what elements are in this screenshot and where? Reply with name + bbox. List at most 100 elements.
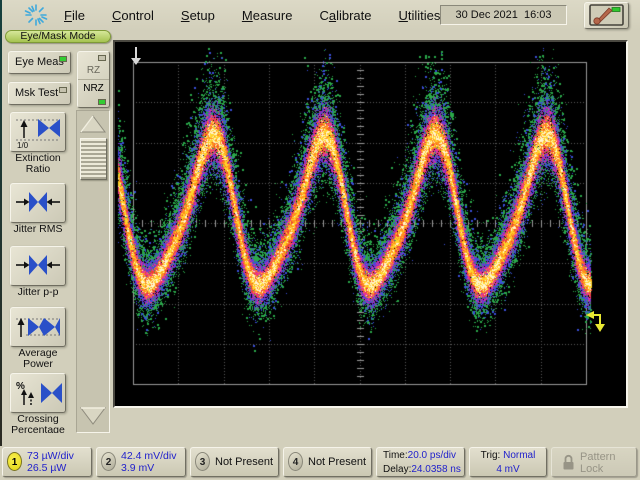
channel-status-text: Not Present (308, 456, 367, 468)
padlock-icon (563, 454, 574, 470)
jitter-rms-button[interactable] (10, 183, 66, 223)
menu-label-mnemonic: C (111, 7, 122, 23)
measurement-jitter-rms: Jitter RMS (3, 183, 73, 235)
oscilloscope-screen[interactable] (113, 40, 628, 408)
eye-meas-led (59, 56, 67, 62)
extinction-ratio-button[interactable]: 1/0 (10, 112, 66, 152)
rz-nrz-selector: RZ NRZ (77, 51, 110, 108)
menu-label-post: tilities (407, 7, 441, 23)
menu-label-mnemonic: U (398, 7, 408, 23)
menu-file[interactable]: File (64, 8, 85, 23)
measurement-label: Average Power (18, 347, 58, 370)
eye-diagram-display (115, 42, 626, 406)
channel-scale-value: 42.4 mV/div (121, 450, 177, 462)
channel-2-readout: 42.4 mV/div 3.9 mV (121, 450, 176, 474)
trigger-level-value: 4 mV (496, 464, 520, 475)
menu-label-mnemonic: a (328, 7, 337, 23)
measurement-label: Jitter p-p (17, 286, 59, 298)
measurement-jitter-pp: Jitter p-p (3, 246, 73, 298)
channel-1-panel[interactable]: 1 73 µW/div 26.5 µW (2, 447, 92, 477)
menu-calibrate[interactable]: Calibrate (319, 8, 371, 23)
touch-screen-button[interactable] (584, 2, 629, 29)
extinction-ratio-icon: 1/0 (16, 119, 60, 149)
measurement-extinction-ratio: 1/0 Extinction Ratio (3, 112, 73, 175)
menu-measure[interactable]: Measure (242, 8, 293, 23)
channel-2-badge: 2 (101, 452, 116, 471)
timebase-delay-line: Delay:24.0358 ns (377, 462, 464, 476)
trigger-mode-line: Trig: Normal (470, 448, 546, 462)
trigger-panel[interactable]: Trig: Normal 4 mV (469, 447, 547, 477)
rz-led (98, 55, 106, 61)
channel-1-readout: 73 µW/div 26.5 µW (27, 450, 74, 474)
menu-items: File Control Setup Measure Calibrate Uti… (64, 0, 494, 30)
channel-offset-value: 26.5 µW (27, 462, 67, 474)
menu-label-post: librate (336, 7, 372, 23)
channel-1-badge: 1 (7, 452, 22, 471)
average-power-button[interactable] (10, 307, 66, 347)
channel-3-panel[interactable]: 3 Not Present (190, 447, 279, 477)
channel-2-panel[interactable]: 2 42.4 mV/div 3.9 mV (96, 447, 186, 477)
channel-offset-value: 3.9 mV (121, 462, 155, 474)
menu-label-mnemonic: M (241, 7, 253, 23)
measurement-label: Jitter RMS (13, 223, 63, 235)
nrz-button[interactable]: NRZ (78, 80, 109, 107)
menu-label-pre: C (319, 7, 329, 23)
datetime-display: 30 Dec 2021 16:03 (440, 5, 567, 25)
measurement-crossing-percentage: % Crossing Percentage (3, 373, 73, 433)
rz-label: RZ (86, 65, 101, 76)
trigger-label: Trig: (480, 450, 501, 461)
timebase-panel[interactable]: Time:20.0 ps/div Delay:24.0358 ns (376, 447, 465, 477)
timebase-scale-line: Time:20.0 ps/div (377, 448, 464, 462)
channel-3-readout: Not Present (215, 456, 273, 468)
nrz-label: NRZ (83, 83, 104, 94)
delay-value: 24.0358 ns (411, 464, 461, 475)
channel-scale-value: 73 µW/div (27, 450, 74, 462)
menu-label-post: ile (71, 7, 85, 23)
channel-status-text: Not Present (215, 456, 274, 468)
menu-label-post: etup (189, 7, 215, 23)
crossing-percentage-button[interactable]: % (10, 373, 66, 413)
jitter-rms-icon (16, 192, 60, 212)
svg-text:1/0: 1/0 (17, 141, 29, 149)
msk-test-led (59, 87, 67, 93)
measurement-average-power: Average Power (3, 307, 73, 370)
scroll-up-button[interactable] (78, 113, 108, 136)
mode-tab: Eye/Mask Mode (5, 30, 111, 43)
menu-label-mnemonic: S (180, 7, 190, 23)
channel-4-panel[interactable]: 4 Not Present (283, 447, 372, 477)
menu-setup[interactable]: Setup (181, 8, 215, 23)
pattern-lock-line1: Pattern (580, 451, 616, 463)
nrz-led (98, 99, 106, 105)
menu-utilities[interactable]: Utilities (399, 8, 441, 23)
trigger-mode-value: Normal (503, 450, 536, 461)
jitter-pp-button[interactable] (10, 246, 66, 286)
time-value: 20.0 ps/div (407, 450, 457, 461)
trigger-level-line: 4 mV (470, 462, 546, 476)
msk-test-button[interactable]: Msk Test (8, 82, 71, 105)
eye-meas-button[interactable]: Eye Meas (8, 51, 71, 74)
trigger-level-marker-icon[interactable] (584, 308, 606, 334)
measurement-label: Crossing Percentage (11, 413, 65, 434)
sidebar: Eye Meas Msk Test RZ NRZ 1/0 Extinction … (0, 44, 113, 433)
delay-label: Delay: (383, 464, 412, 475)
menu-control[interactable]: Control (112, 8, 154, 23)
average-power-icon (16, 318, 60, 337)
pattern-lock-label: Pattern Lock (580, 451, 615, 475)
scroll-down-button[interactable] (78, 404, 108, 427)
pattern-lock-button[interactable]: Pattern Lock (551, 447, 637, 477)
dca-application-window: File Control Setup Measure Calibrate Uti… (0, 0, 640, 480)
rz-button[interactable]: RZ (78, 52, 109, 80)
menu-bar: File Control Setup Measure Calibrate Uti… (0, 0, 640, 30)
menu-label-post: ontrol (121, 7, 154, 23)
channel-3-badge: 3 (195, 452, 210, 471)
pattern-lock-line2: Lock (580, 463, 604, 475)
scrollbar-thumb[interactable] (80, 138, 107, 180)
touch-screen-icon (589, 4, 624, 26)
channel-4-badge: 4 (288, 452, 303, 471)
msk-test-label: Msk Test (15, 87, 59, 99)
agilent-logo-icon (24, 4, 48, 26)
jitter-pp-icon (16, 255, 60, 275)
time-reference-marker-icon[interactable] (129, 46, 143, 66)
time-label: Time: (383, 450, 408, 461)
menu-label-mnemonic: F (64, 7, 72, 23)
